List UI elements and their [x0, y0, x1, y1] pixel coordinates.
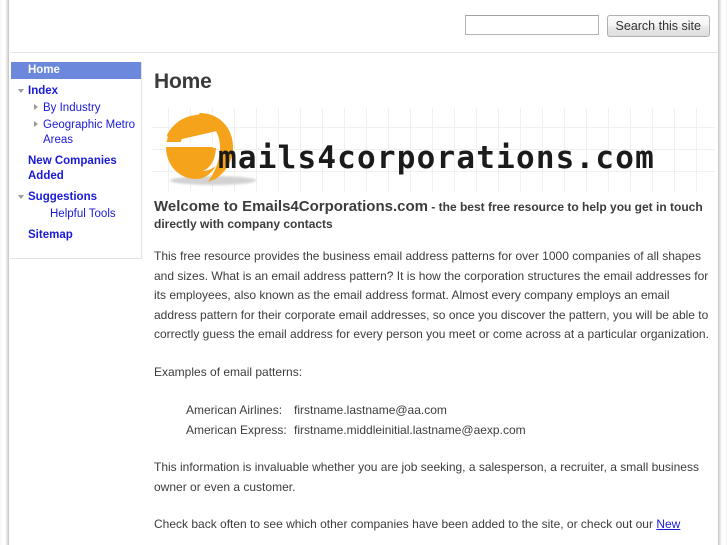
chevron-down-icon[interactable]: [18, 89, 24, 93]
new-companies-link[interactable]: New: [656, 517, 680, 531]
welcome-heading: Welcome to Emails4Corporations.com - the…: [154, 198, 713, 233]
sidebar-item-label: New Companies Added: [28, 155, 117, 182]
site-header: Search this site: [10, 0, 717, 53]
example-row: American Express: firstname.middleinitial…: [154, 421, 713, 441]
logo-wordmark: mails4corporations.com: [218, 140, 655, 176]
sidebar-item-label: By Industry: [43, 102, 101, 114]
sidebar-nav: Home Index By Industry Geographic Metro Are…: [10, 62, 142, 259]
sidebar-item-label: Helpful Tools: [50, 208, 116, 220]
chevron-down-icon[interactable]: [18, 195, 24, 199]
chevron-right-icon[interactable]: [34, 104, 38, 110]
sidebar-item-list: Home Index By Industry Geographic Metro Are…: [10, 62, 141, 244]
sidebar-item-geographic-metro-areas[interactable]: Geographic Metro Areas: [10, 117, 141, 149]
examples-section: Examples of email patterns: American Air…: [154, 363, 713, 441]
example-row: American Airlines: firstname.lastname@aa.…: [154, 401, 713, 421]
sidebar-item-home[interactable]: Home: [11, 62, 141, 79]
sidebar-item-new-companies-added[interactable]: New Companies Added: [10, 153, 141, 185]
example-company: American Express:: [186, 422, 287, 437]
sidebar-item-suggestions[interactable]: Suggestions: [10, 189, 141, 206]
check-back-paragraph: Check back often to see which other comp…: [154, 515, 713, 535]
page-root: Search this site Home Index By Industry Geo…: [0, 0, 727, 545]
sidebar-item-by-industry[interactable]: By Industry: [10, 100, 141, 117]
welcome-lead: Welcome to Emails4Corporations.com: [154, 198, 428, 215]
example-pattern: firstname.lastname@aa.com: [294, 403, 447, 417]
main-content: Home mails4corporations.com Welcome to E…: [152, 62, 715, 545]
site-logo: mails4corporations.com: [152, 108, 715, 192]
example-company: American Airlines:: [186, 403, 283, 417]
sidebar-item-index[interactable]: Index: [10, 83, 141, 100]
example-pattern: firstname.middleinitial.lastname@aexp.co…: [294, 422, 526, 437]
sidebar-item-sitemap[interactable]: Sitemap: [10, 227, 141, 244]
search-input[interactable]: [464, 15, 599, 35]
intro-paragraph: This free resource provides the business…: [154, 249, 709, 341]
site-search: Search this site: [464, 15, 710, 37]
chevron-right-icon[interactable]: [34, 121, 38, 127]
examples-rows: American Airlines: firstname.lastname@aa.…: [154, 401, 713, 440]
value-paragraph: This information is invaluable whether y…: [154, 460, 699, 494]
sidebar-item-helpful-tools[interactable]: Helpful Tools: [10, 206, 141, 223]
sidebar-item-label: Geographic Metro Areas: [43, 119, 136, 146]
sidebar-item-label: Index: [28, 85, 59, 97]
sidebar-item-label: Sitemap: [28, 229, 73, 241]
page-title: Home: [154, 70, 212, 93]
search-button[interactable]: Search this site: [606, 15, 710, 37]
check-back-text: Check back often to see which other comp…: [154, 517, 657, 531]
page-left-margin: [0, 0, 9, 545]
examples-heading: Examples of email patterns:: [154, 364, 303, 379]
sidebar-item-label: Suggestions: [28, 191, 98, 203]
page-right-margin: [718, 0, 727, 545]
sidebar-item-label: Home: [28, 64, 60, 76]
